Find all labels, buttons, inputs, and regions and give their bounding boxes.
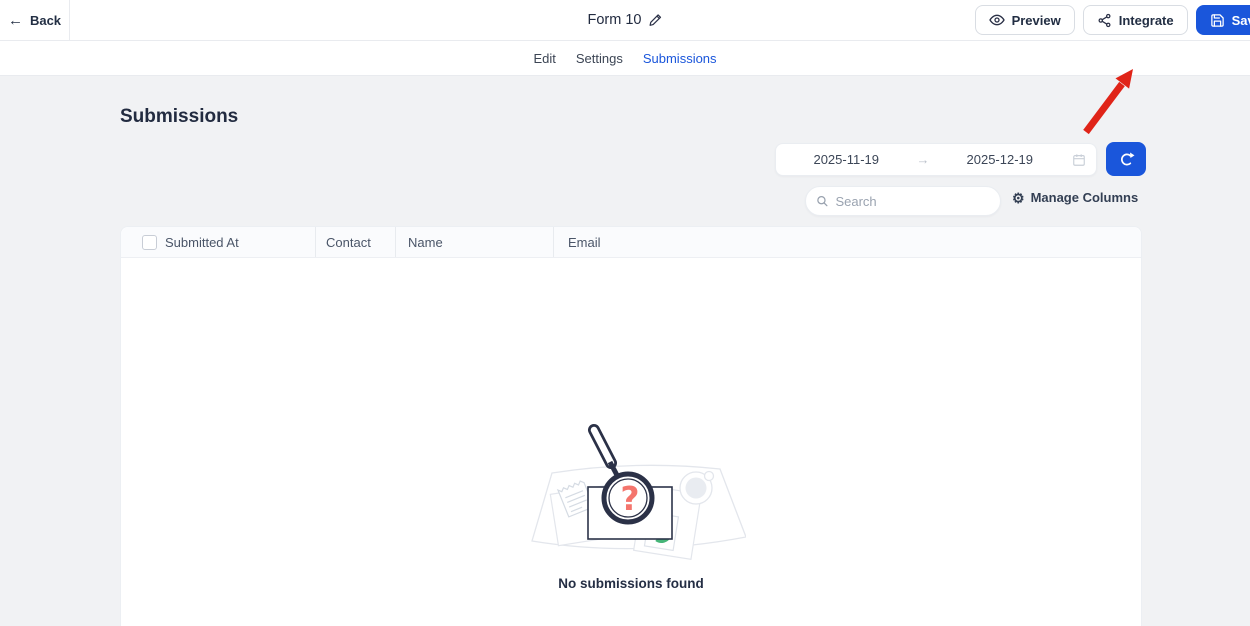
header-cell-name: Name <box>395 227 553 257</box>
search-icon <box>816 194 828 208</box>
save-disk-icon <box>1210 13 1225 28</box>
refresh-icon <box>1118 151 1135 168</box>
tab-edit[interactable]: Edit <box>533 51 555 66</box>
top-bar: ← Back Form 10 Preview Integrate <box>0 0 1250 41</box>
calendar-icon <box>1072 153 1086 167</box>
back-arrow-icon: ← <box>8 13 23 28</box>
tab-settings[interactable]: Settings <box>576 51 623 66</box>
manage-columns-button[interactable]: ⚙ Manage Columns <box>1012 190 1138 205</box>
table-header-row: Submitted At Contact Name Email <box>121 227 1141 258</box>
header-cell-select <box>121 227 157 257</box>
range-arrow-icon: → <box>917 152 930 167</box>
page-title: Submissions <box>120 106 238 128</box>
submissions-page: Submissions 2025-11-19 → 2025-12-19 ⚙ Ma… <box>0 76 1250 626</box>
header-cell-submitted-at: Submitted At <box>157 227 315 257</box>
back-button[interactable]: ← Back <box>0 0 70 40</box>
svg-text:?: ? <box>620 479 639 518</box>
form-title-area: Form 10 <box>588 0 663 40</box>
date-start-value[interactable]: 2025-11-19 <box>776 152 917 167</box>
select-all-checkbox[interactable] <box>142 235 157 250</box>
header-cell-email: Email <box>553 227 1141 257</box>
edit-title-pencil-icon[interactable] <box>649 13 663 27</box>
empty-state-message: No submissions found <box>516 576 746 591</box>
search-box <box>805 186 1001 216</box>
search-input[interactable] <box>835 194 990 209</box>
refresh-button[interactable] <box>1106 142 1146 176</box>
date-range-picker[interactable]: 2025-11-19 → 2025-12-19 <box>775 143 1097 176</box>
form-tabs: Edit Settings Submissions <box>0 41 1250 76</box>
gear-icon: ⚙ <box>1012 191 1025 205</box>
submissions-table: Submitted At Contact Name Email <box>120 226 1142 626</box>
eye-icon <box>989 12 1005 28</box>
empty-state: ? No submissions found <box>516 415 746 591</box>
integrate-button[interactable]: Integrate <box>1083 5 1188 35</box>
tab-submissions[interactable]: Submissions <box>643 51 717 66</box>
date-end-value[interactable]: 2025-12-19 <box>930 152 1071 167</box>
preview-button[interactable]: Preview <box>975 5 1075 35</box>
topbar-actions: Preview Integrate Save <box>975 5 1250 35</box>
form-title: Form 10 <box>588 12 642 28</box>
share-icon <box>1097 13 1112 28</box>
header-cell-contact: Contact <box>315 227 395 257</box>
empty-state-illustration: ? <box>516 415 746 567</box>
save-button[interactable]: Save <box>1196 5 1250 35</box>
back-label: Back <box>30 13 61 28</box>
